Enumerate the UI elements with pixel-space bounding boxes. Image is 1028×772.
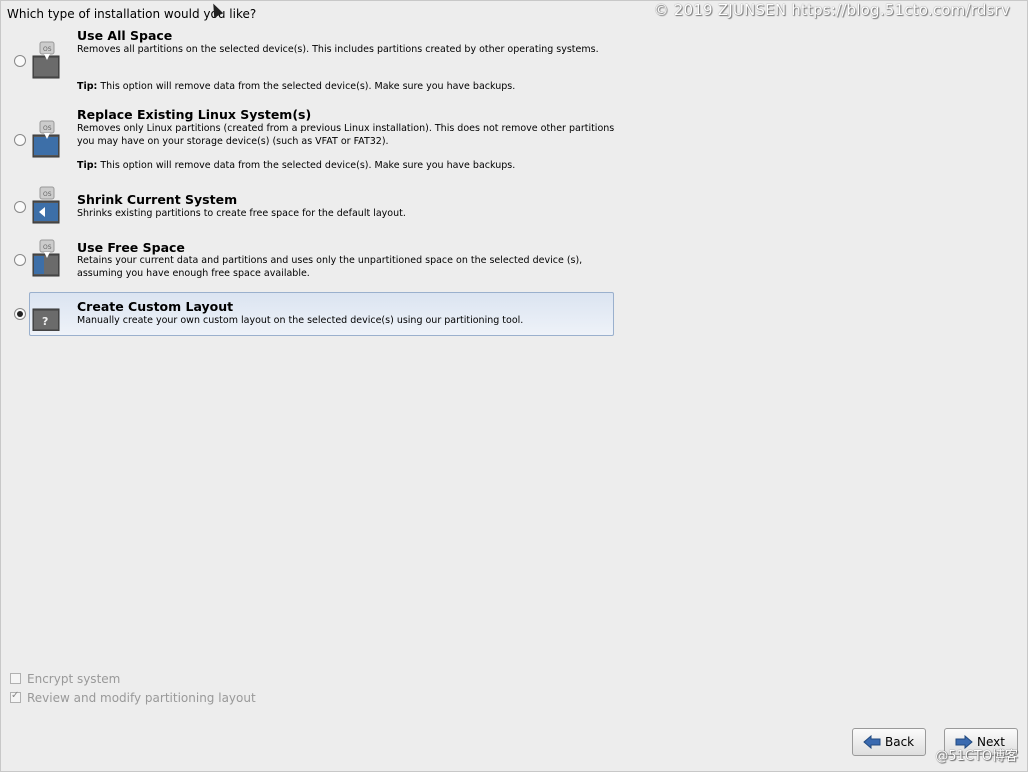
option-replace-linux[interactable]: OS Replace Existing Linux System(s) Remo…	[10, 107, 614, 177]
tip-label: Tip:	[77, 160, 98, 171]
tip-label: Tip:	[77, 81, 98, 92]
os-disk-shrink-icon: OS	[31, 186, 61, 224]
tip-text: This option will remove data from the se…	[97, 81, 516, 92]
option-desc: Removes only Linux partitions (created f…	[77, 123, 615, 147]
option-title: Replace Existing Linux System(s)	[77, 107, 312, 122]
review-layout-checkbox[interactable]: Review and modify partitioning layout	[10, 690, 256, 705]
option-use-free-space[interactable]: OS Use Free Space Retains your current d…	[10, 239, 612, 285]
svg-text:OS: OS	[43, 125, 52, 132]
checkbox-label: Encrypt system	[27, 672, 121, 686]
os-disk-clear-icon: OS	[31, 41, 61, 79]
option-tip: Tip: This option will remove data from t…	[77, 160, 515, 171]
option-title: Create Custom Layout	[77, 299, 234, 314]
back-label: Back	[885, 735, 915, 749]
svg-text:OS: OS	[43, 244, 52, 251]
radio-create-custom-layout[interactable]	[14, 308, 26, 320]
option-shrink-current[interactable]: OS Shrink Current System Shrinks existin…	[10, 186, 612, 232]
option-desc: Retains your current data and partitions…	[77, 255, 583, 279]
tip-text: This option will remove data from the se…	[97, 160, 516, 171]
watermark-bottom: @51CTO博客	[935, 749, 1018, 764]
custom-layout-question-icon: ?	[31, 301, 61, 335]
checkbox-box[interactable]	[10, 673, 21, 684]
option-desc: Shrinks existing partitions to create fr…	[77, 208, 406, 219]
option-title: Use Free Space	[77, 240, 185, 255]
radio-use-free-space[interactable]	[14, 254, 26, 266]
watermark: © 2019 ZJUNSEN https://blog.51cto.com/rd…	[653, 1, 1010, 19]
svg-text:?: ?	[42, 315, 48, 328]
os-disk-freespace-icon: OS	[31, 239, 61, 277]
option-desc: Removes all partitions on the selected d…	[77, 44, 599, 55]
os-disk-replace-icon: OS	[31, 120, 61, 158]
radio-use-all-space[interactable]	[14, 55, 26, 67]
option-use-all-space[interactable]: OS Use All Space Removes all partitions …	[10, 28, 612, 98]
checkbox-box[interactable]	[10, 690, 21, 703]
back-button[interactable]: Back	[852, 728, 926, 756]
svg-text:OS: OS	[43, 46, 52, 53]
option-desc: Manually create your own custom layout o…	[77, 315, 524, 326]
encrypt-system-checkbox[interactable]: Encrypt system	[10, 672, 120, 686]
option-create-custom-layout[interactable]: ? Create Custom Layout Manually create y…	[10, 299, 612, 333]
back-arrow-icon	[863, 734, 881, 750]
svg-text:OS: OS	[43, 191, 52, 198]
radio-shrink-current[interactable]	[14, 201, 26, 213]
checkbox-label: Review and modify partitioning layout	[27, 691, 256, 705]
option-tip: Tip: This option will remove data from t…	[77, 81, 515, 92]
radio-replace-linux[interactable]	[14, 134, 26, 146]
option-title: Use All Space	[77, 28, 173, 43]
option-title: Shrink Current System	[77, 192, 238, 207]
